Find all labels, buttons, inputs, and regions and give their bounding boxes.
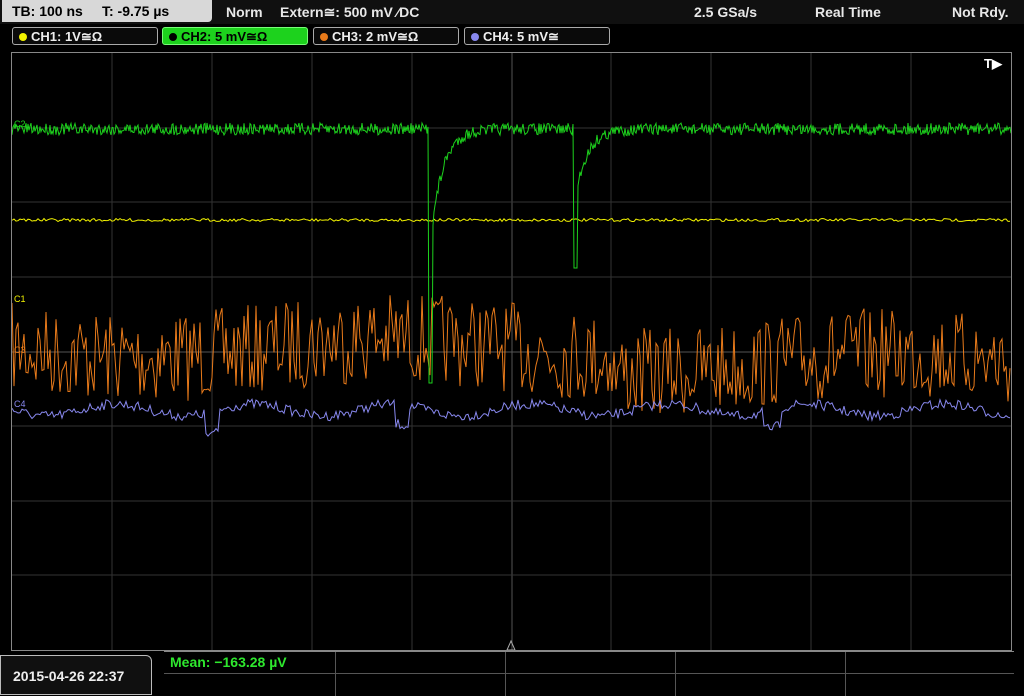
channel-4-button[interactable]: CH4: 5 mV≅ xyxy=(464,27,610,45)
channel-1-trace xyxy=(12,217,1011,223)
channel-1-label: CH1: 1V≅Ω xyxy=(31,29,103,44)
trigger-source[interactable]: Extern≅: 500 mV ⁄DC xyxy=(280,0,419,24)
channel-dot-icon xyxy=(169,33,177,41)
datetime-display: 2015-04-26 22:37 xyxy=(0,655,152,695)
measurement-cell[interactable] xyxy=(336,652,506,696)
channel-dot-icon xyxy=(320,33,328,41)
waveform-canvas: T▶ C2 C1 C3 C4 xyxy=(12,53,1011,650)
mean-measurement: Mean: −163.28 µV xyxy=(170,654,287,670)
channel-dot-icon xyxy=(19,33,27,41)
timebase-label: TB: 100 ns xyxy=(12,3,83,19)
channel-dot-icon xyxy=(471,33,479,41)
channel-3-label: CH3: 2 mV≅Ω xyxy=(332,29,419,44)
channel-ground-marker: C1 xyxy=(14,294,26,304)
trigger-mode[interactable]: Norm xyxy=(226,0,263,24)
ready-status: Not Rdy. xyxy=(952,4,1009,20)
sample-rate: 2.5 GSa/s xyxy=(694,4,758,20)
channel-4-label: CH4: 5 mV≅ xyxy=(483,29,559,44)
channel-ground-marker: C3 xyxy=(14,345,26,355)
channel-2-button[interactable]: CH2: 5 mV≅Ω xyxy=(162,27,308,45)
channel-1-button[interactable]: CH1: 1V≅Ω xyxy=(12,27,158,45)
measurement-cell[interactable] xyxy=(846,652,1014,696)
channel-bar: CH1: 1V≅Ω CH2: 5 mV≅Ω CH3: 2 mV≅Ω CH4: 5… xyxy=(0,26,1024,48)
trigger-position-marker: T▶ xyxy=(984,56,1003,71)
timebase-box[interactable]: TB: 100 ns T: -9.75 µs xyxy=(2,0,212,22)
measurement-cell[interactable]: Mean: −163.28 µV xyxy=(164,652,336,696)
channel-ground-marker: C4 xyxy=(14,399,26,409)
channel-4-trace xyxy=(12,397,1011,437)
channel-3-trace xyxy=(12,295,1011,414)
channel-2-label: CH2: 5 mV≅Ω xyxy=(181,29,268,44)
waveform-display[interactable]: T▶ C2 C1 C3 C4 xyxy=(11,52,1012,651)
acquisition-mode: Real Time xyxy=(815,4,881,20)
measurement-cell[interactable] xyxy=(506,652,676,696)
measurement-panel: Mean: −163.28 µV xyxy=(164,651,1014,696)
channel-3-button[interactable]: CH3: 2 mV≅Ω xyxy=(313,27,459,45)
measurement-cell[interactable] xyxy=(676,652,846,696)
time-offset-label: T: -9.75 µs xyxy=(102,3,170,19)
trigger-point-icon xyxy=(506,639,516,650)
top-status-bar: TB: 100 ns T: -9.75 µs Norm Extern≅: 500… xyxy=(0,0,1024,24)
channel-ground-marker: C2 xyxy=(14,119,26,129)
